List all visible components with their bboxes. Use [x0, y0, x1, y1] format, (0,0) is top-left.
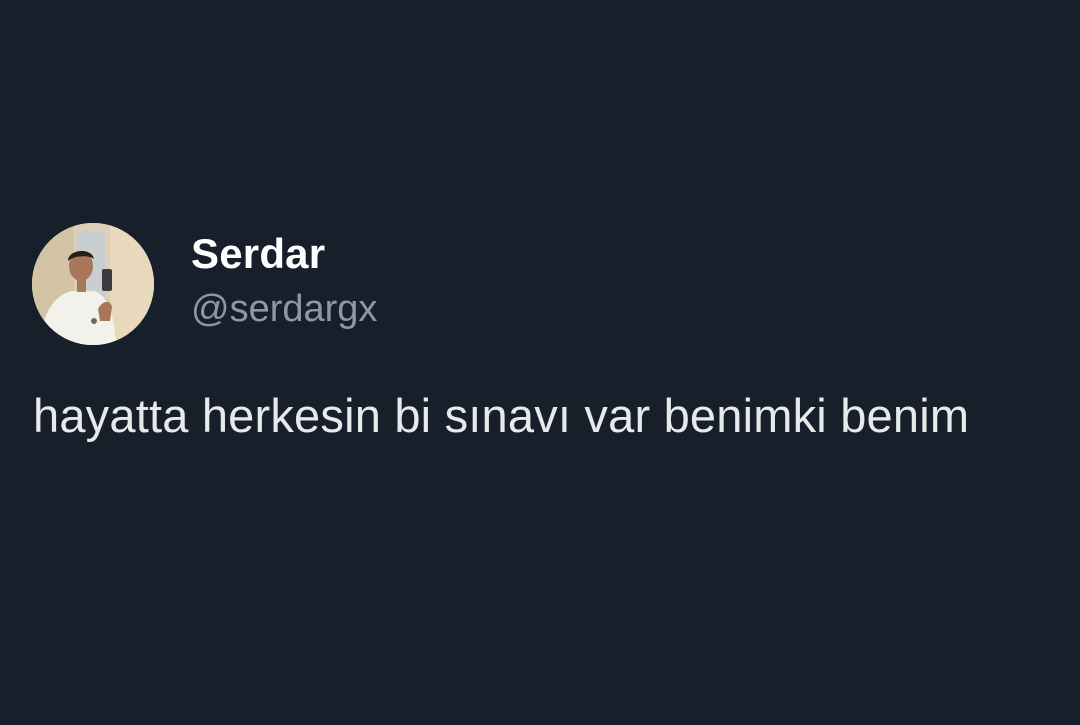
tweet-text: hayatta herkesin bi sınavı var benimki b… [33, 389, 970, 442]
profile-photo-icon [32, 223, 154, 345]
avatar[interactable] [32, 223, 154, 345]
display-name[interactable]: Serdar [191, 228, 325, 280]
user-handle[interactable]: @serdargx [191, 285, 377, 333]
tweet-card: Serdar @serdargx hayatta herkesin bi sın… [0, 0, 1080, 725]
